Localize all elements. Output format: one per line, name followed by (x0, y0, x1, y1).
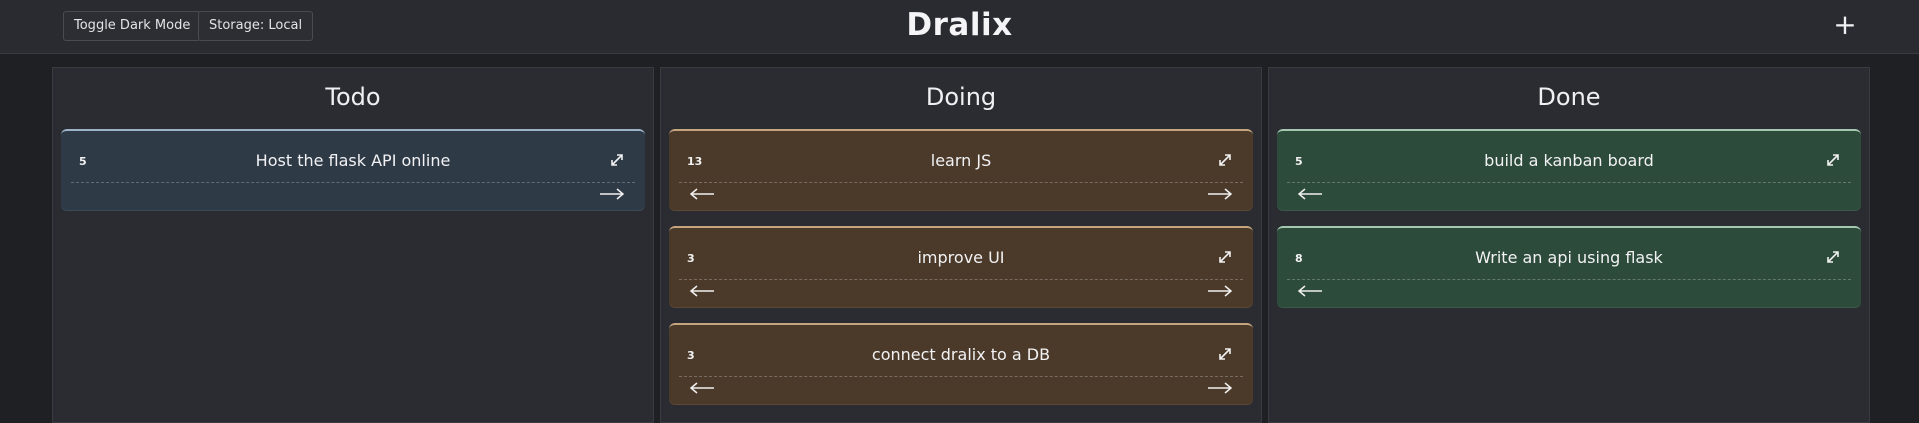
arrow-left-icon[interactable] (689, 187, 715, 201)
card-divider (679, 376, 1243, 377)
column-done: Done 5 build a kanban board 8 Write an a… (1268, 67, 1870, 423)
column-title: Todo (325, 83, 381, 111)
card-title: learn JS (930, 151, 992, 170)
add-card-button[interactable]: + (1830, 8, 1860, 44)
arrow-right-icon[interactable] (1207, 381, 1233, 395)
expand-icon[interactable] (1217, 249, 1233, 265)
card-points: 3 (687, 349, 695, 362)
card-points: 5 (1295, 155, 1303, 168)
card-title: Host the flask API online (255, 151, 451, 170)
card-title: improve UI (917, 248, 1005, 267)
card[interactable]: 3 improve UI (669, 226, 1253, 307)
expand-icon[interactable] (609, 152, 625, 168)
arrow-right-icon[interactable] (1207, 187, 1233, 201)
card-title: build a kanban board (1484, 151, 1654, 170)
card-title: Write an api using flask (1475, 248, 1663, 267)
card-points: 5 (79, 155, 87, 168)
card[interactable]: 5 Host the flask API online (61, 129, 645, 210)
arrow-left-icon[interactable] (1297, 284, 1323, 298)
arrow-left-icon[interactable] (689, 284, 715, 298)
column-title: Doing (925, 83, 997, 111)
column-todo: Todo 5 Host the flask API online (52, 67, 654, 423)
card-divider (679, 279, 1243, 280)
expand-icon[interactable] (1825, 249, 1841, 265)
app-title: Dralix (906, 7, 1013, 43)
column-doing: Doing 13 learn JS 3 improve UI 3 connect… (660, 67, 1262, 423)
card[interactable]: 5 build a kanban board (1277, 129, 1861, 210)
card-divider (71, 182, 635, 183)
expand-icon[interactable] (1825, 152, 1841, 168)
card[interactable]: 3 connect dralix to a DB (669, 323, 1253, 404)
expand-icon[interactable] (1217, 346, 1233, 362)
arrow-left-icon[interactable] (689, 381, 715, 395)
card-points: 13 (687, 155, 703, 168)
arrow-right-icon[interactable] (1207, 284, 1233, 298)
arrow-right-icon[interactable] (599, 187, 625, 201)
card-divider (679, 182, 1243, 183)
column-title: Done (1537, 83, 1601, 111)
card-points: 3 (687, 252, 695, 265)
expand-icon[interactable] (1217, 152, 1233, 168)
card[interactable]: 13 learn JS (669, 129, 1253, 210)
top-bar: Toggle Dark Mode Storage: Local Dralix + (0, 0, 1919, 54)
card-divider (1287, 279, 1851, 280)
card-points: 8 (1295, 252, 1303, 265)
card[interactable]: 8 Write an api using flask (1277, 226, 1861, 307)
arrow-left-icon[interactable] (1297, 187, 1323, 201)
card-title: connect dralix to a DB (871, 345, 1051, 364)
card-divider (1287, 182, 1851, 183)
